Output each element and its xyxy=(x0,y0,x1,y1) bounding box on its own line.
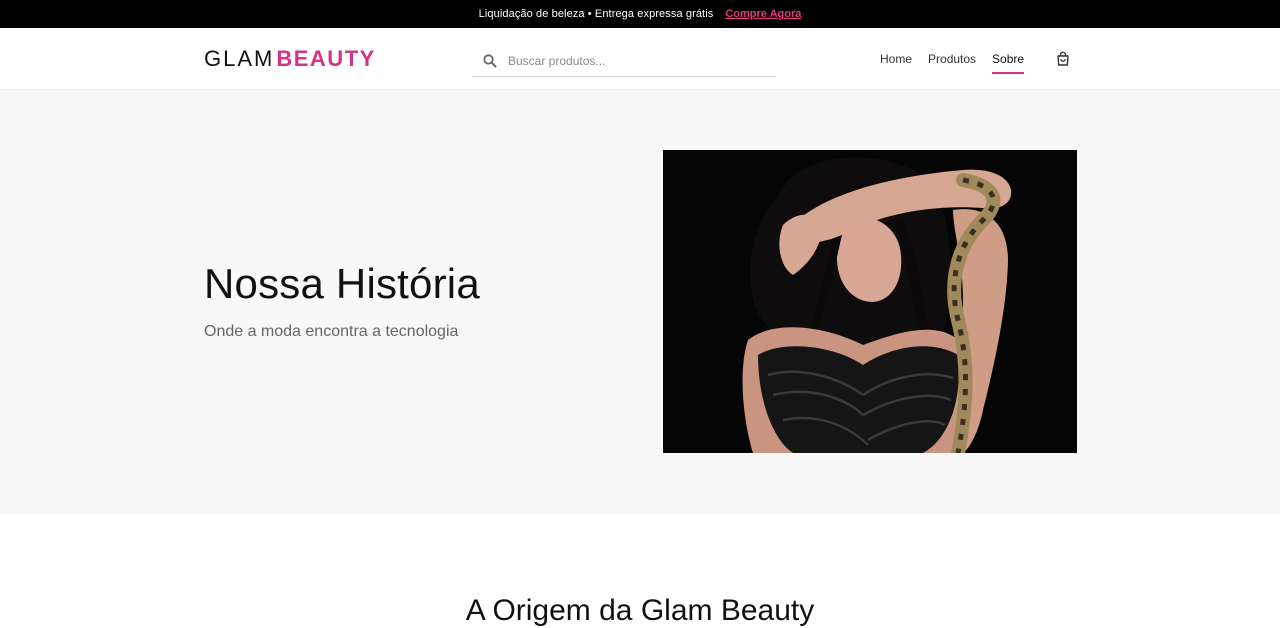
search-input[interactable] xyxy=(508,54,758,68)
search-icon xyxy=(483,54,497,68)
site-header: GLAMBEAUTY Home Produtos Sobre xyxy=(0,28,1280,90)
main-nav: Home Produtos Sobre xyxy=(880,52,1025,74)
announcement-message: Liquidação de beleza • Entrega expressa … xyxy=(478,8,714,20)
brand-logo[interactable]: GLAMBEAUTY xyxy=(204,46,376,72)
nav-products-link[interactable]: Produtos xyxy=(928,52,976,72)
origin-section: A Origem da Glam Beauty xyxy=(0,514,1280,627)
nav-about-link[interactable]: Sobre xyxy=(992,52,1025,74)
search-bar xyxy=(472,46,776,77)
shopping-bag-icon[interactable] xyxy=(1055,51,1071,67)
shop-now-link[interactable]: Compre Agora xyxy=(725,8,801,20)
hero-section: Nossa História Onde a moda encontra a te… xyxy=(0,90,1280,514)
hero-title: Nossa História xyxy=(204,260,480,307)
origin-section-title: A Origem da Glam Beauty xyxy=(465,594,815,627)
hero-photo xyxy=(663,150,1077,453)
nav-home-link[interactable]: Home xyxy=(880,52,912,72)
logo-part-glam: GLAM xyxy=(204,46,275,71)
model-with-snake-image xyxy=(663,150,1077,453)
announcement-bar: Liquidação de beleza • Entrega expressa … xyxy=(0,0,1280,28)
logo-part-beauty: BEAUTY xyxy=(276,46,376,71)
hero-subtitle: Onde a moda encontra a tecnologia xyxy=(204,323,459,340)
